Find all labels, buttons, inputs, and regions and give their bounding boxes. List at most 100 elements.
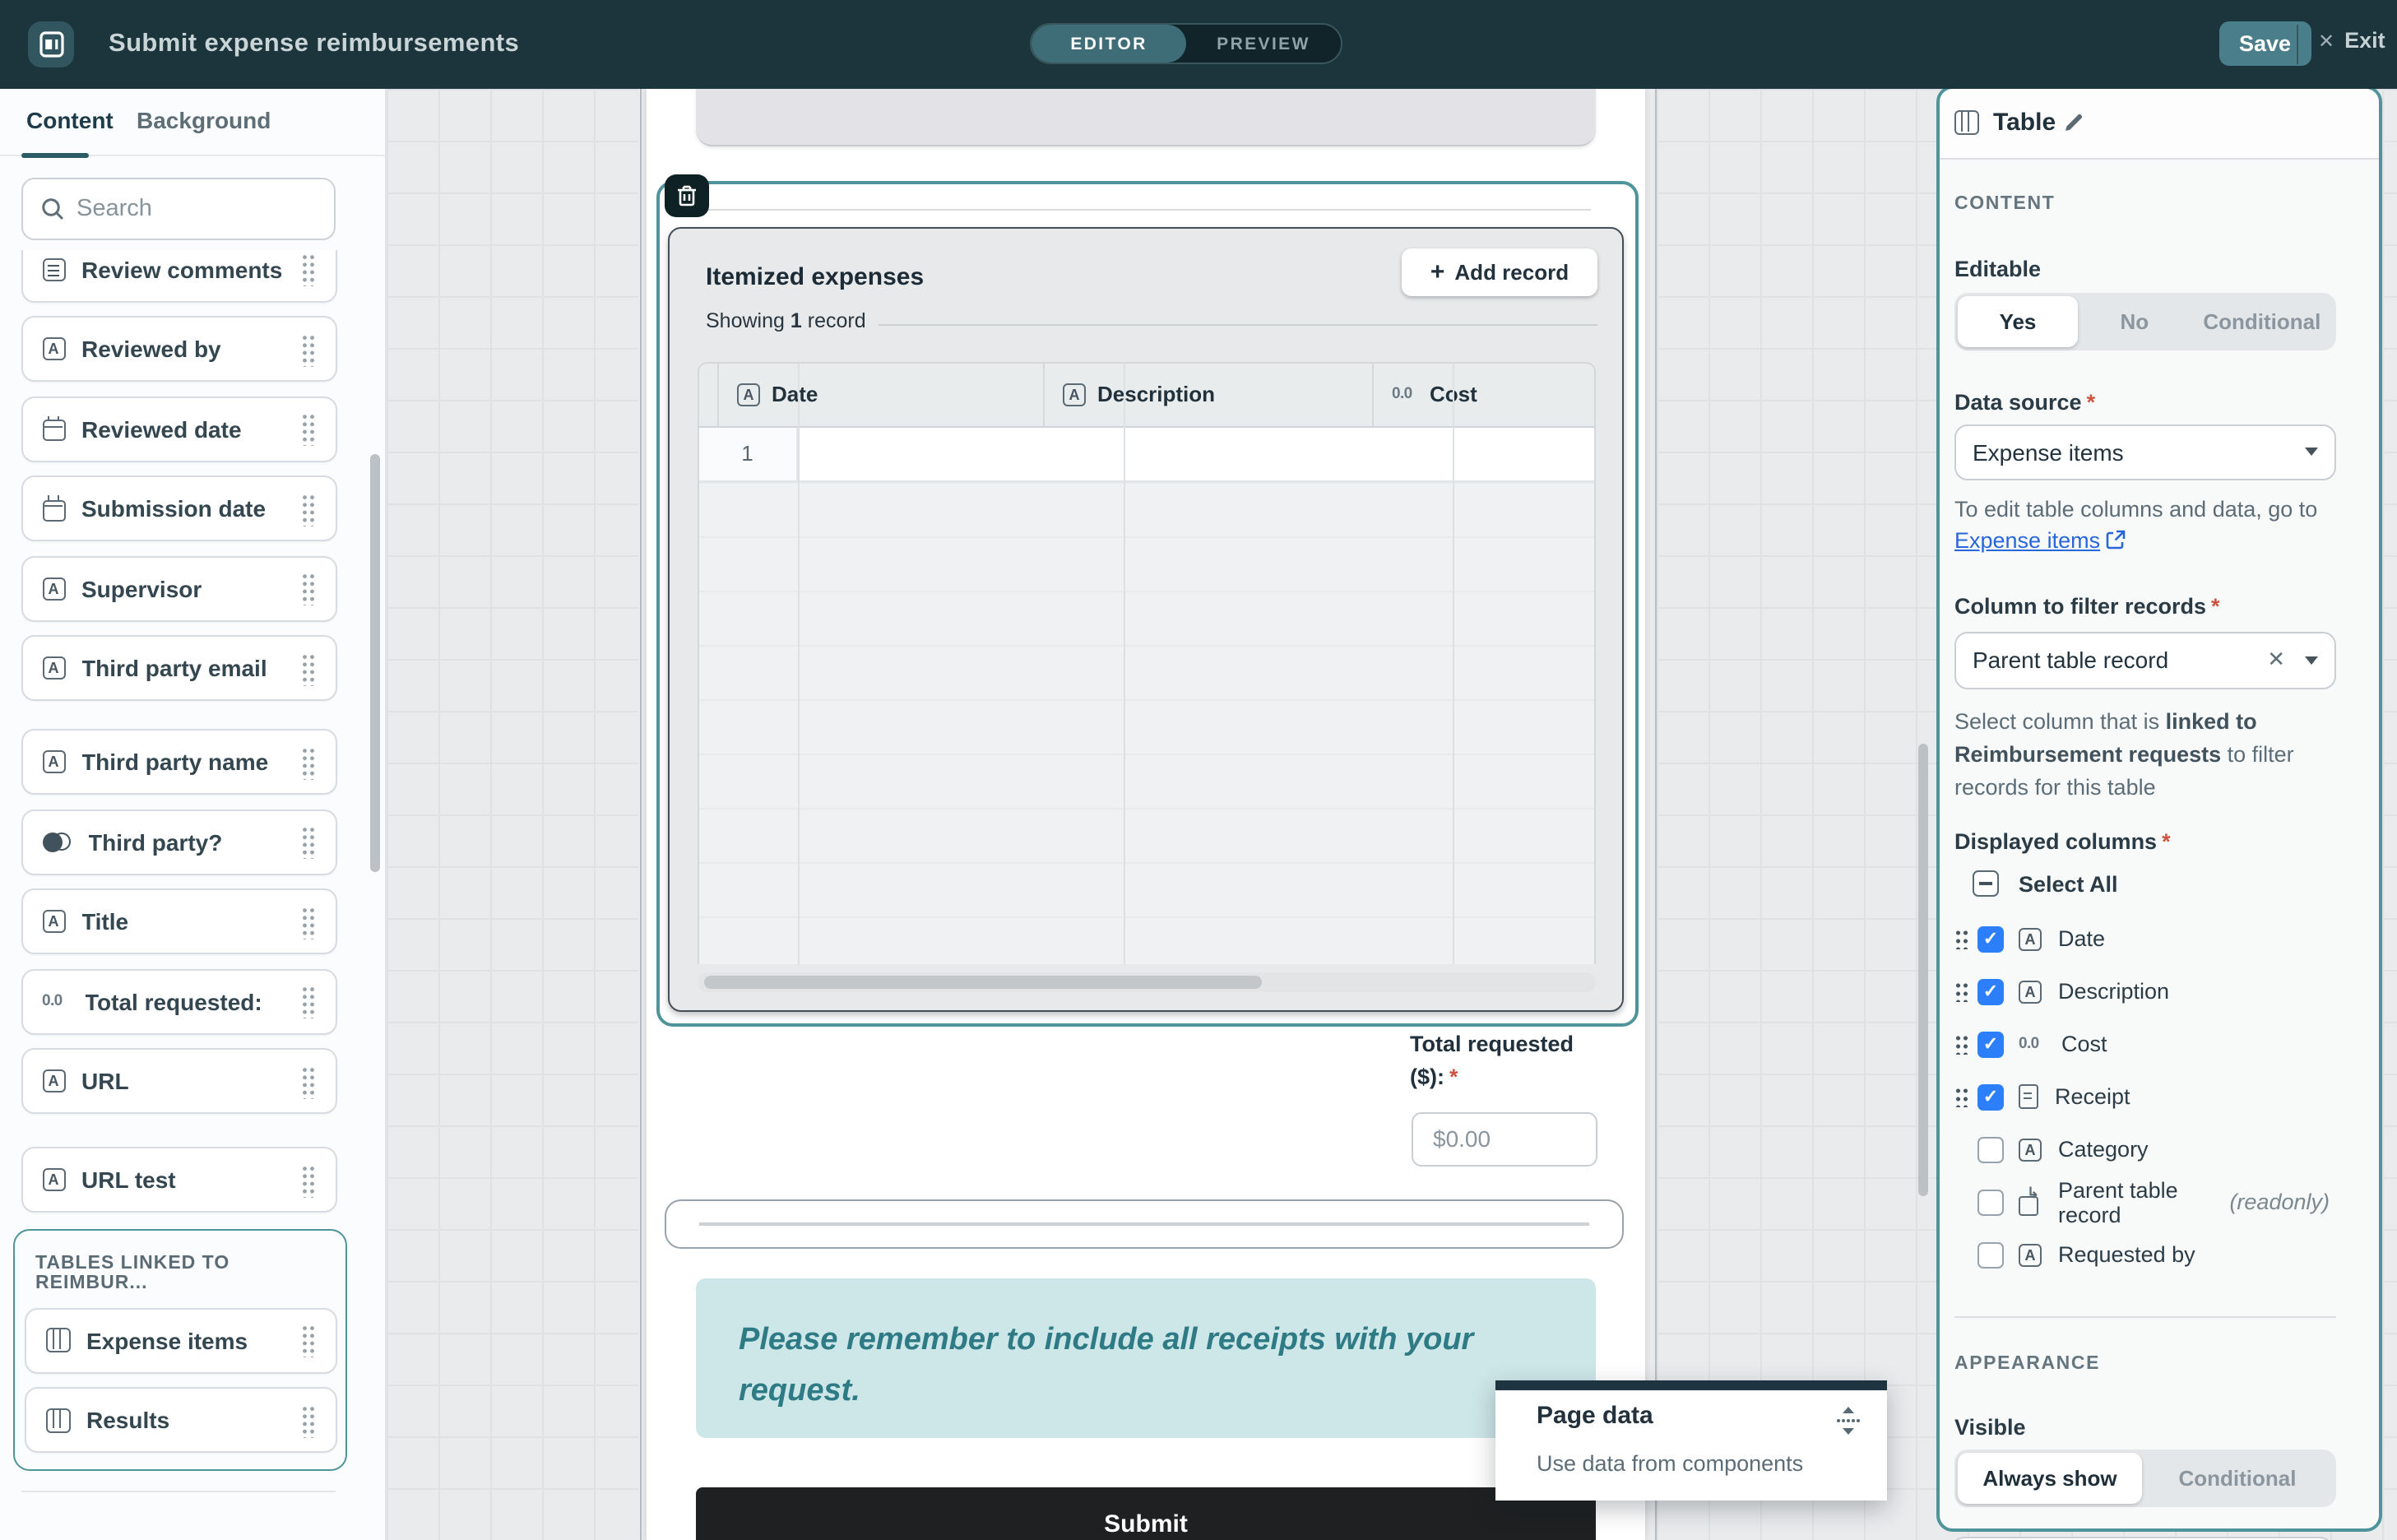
toggle-editor[interactable]: EDITOR — [1032, 25, 1186, 63]
empty-rows-area — [699, 481, 1594, 964]
column-checkbox[interactable] — [1977, 978, 2004, 1004]
column-checkbox[interactable] — [1977, 1241, 2004, 1268]
grid-column-header[interactable]: Description — [1043, 363, 1372, 425]
visible-option-always[interactable]: Always show — [1958, 1452, 2142, 1503]
tab-content[interactable]: Content — [26, 107, 114, 133]
search-input[interactable]: Search — [21, 177, 335, 240]
records-grid[interactable]: Date Description Cost — [698, 361, 1596, 964]
sidebar-field-item[interactable]: Reviewed by — [21, 316, 336, 382]
column-checkbox[interactable] — [1977, 1031, 2004, 1057]
drag-handle-icon[interactable] — [300, 571, 315, 605]
add-record-button[interactable]: + Add record — [1402, 248, 1597, 296]
tab-background[interactable]: Background — [137, 107, 271, 133]
visible-option-conditional[interactable]: Conditional — [2142, 1452, 2333, 1503]
displayed-column-row[interactable]: Receipt — [1954, 1070, 2330, 1123]
editable-option-yes[interactable]: Yes — [1958, 295, 2078, 346]
displayed-column-row[interactable]: Description — [1954, 965, 2330, 1018]
editable-segmented-control[interactable]: Yes No Conditional — [1954, 292, 2336, 350]
sidebar-scrollbar[interactable] — [370, 454, 380, 872]
grid-column-header[interactable]: Cost — [1372, 363, 1594, 425]
drag-handle-icon[interactable] — [300, 1162, 315, 1197]
drag-handle-icon[interactable] — [300, 1323, 315, 1357]
divider-element[interactable] — [665, 1199, 1623, 1249]
data-source-dropdown[interactable]: Expense items — [1954, 424, 2336, 480]
sidebar-table-item[interactable]: Expense items — [24, 1307, 336, 1373]
displayed-column-row[interactable]: Requested by — [1954, 1228, 2330, 1281]
total-requested-input[interactable]: $0.00 — [1412, 1111, 1597, 1166]
sidebar-field-item[interactable]: Supervisor — [21, 555, 336, 621]
sidebar-field-item[interactable]: Total requested: — [21, 968, 336, 1034]
sidebar-field-item[interactable]: Submission date — [21, 475, 336, 541]
record-row[interactable]: 1 — [699, 427, 1594, 481]
exit-button[interactable]: ✕ Exit — [2318, 28, 2385, 53]
grid-hscrollbar-thumb[interactable] — [704, 975, 1262, 988]
toggle-preview[interactable]: PREVIEW — [1186, 25, 1341, 63]
row-number-header — [699, 363, 717, 425]
inspector-header: Table — [1939, 89, 2378, 159]
drag-handle-icon[interactable] — [300, 904, 315, 939]
drag-handle-icon[interactable] — [300, 252, 315, 286]
editor-preview-toggle[interactable]: EDITOR PREVIEW — [1030, 23, 1342, 64]
submit-button[interactable]: Submit — [696, 1487, 1596, 1540]
editable-option-no[interactable]: No — [2078, 295, 2191, 346]
sidebar-field-item[interactable]: Third party name — [21, 729, 336, 795]
column-checkbox[interactable] — [1977, 1136, 2004, 1162]
editable-option-conditional[interactable]: Conditional — [2191, 295, 2333, 346]
delete-element-button[interactable] — [665, 174, 709, 217]
column-type-icon — [2019, 1184, 2042, 1215]
page-title: Submit expense reimbursements — [109, 30, 520, 58]
filter-column-helper: Select column that is linked to Reimburs… — [1954, 708, 2294, 799]
callout-element[interactable]: Please remember to include all receipts … — [696, 1278, 1596, 1437]
left-sidebar: Content Background Search Review comment… — [0, 89, 387, 1540]
drag-handle-icon[interactable] — [300, 824, 315, 859]
grid-header-row: Date Description Cost — [699, 363, 1594, 427]
sidebar-field-item[interactable]: Third party? — [21, 809, 336, 874]
drag-handle-icon[interactable] — [300, 1403, 315, 1437]
drag-handle-icon[interactable] — [1954, 981, 1969, 1002]
drag-handle-icon[interactable] — [1954, 1033, 1969, 1055]
drag-handle-icon[interactable] — [1954, 1086, 1969, 1107]
sidebar-table-item[interactable]: Results — [24, 1387, 336, 1453]
clear-selection-icon[interactable]: ✕ — [2267, 647, 2285, 673]
title-input[interactable] — [1951, 1536, 2333, 1540]
displayed-column-row[interactable]: Date — [1954, 912, 2330, 965]
table-element[interactable]: Itemized expenses + Add record Showing 1… — [667, 226, 1623, 1012]
drag-handle-icon[interactable] — [300, 651, 315, 685]
column-checkbox[interactable] — [1977, 1083, 2004, 1110]
displayed-column-row[interactable]: Cost — [1954, 1018, 2330, 1070]
page-icon-button[interactable] — [28, 21, 74, 67]
filter-column-dropdown[interactable]: Parent table record ✕ — [1954, 631, 2336, 689]
drag-handle-icon[interactable] — [300, 1064, 315, 1098]
canvas-scrollbar[interactable] — [1918, 744, 1928, 1196]
displayed-column-row[interactable]: Parent table record (readonly) — [1954, 1176, 2330, 1228]
required-asterisk: * — [2211, 593, 2220, 618]
sidebar-field-item[interactable]: Title — [21, 888, 336, 954]
sidebar-field-item[interactable]: URL test — [21, 1147, 336, 1213]
linked-table-cards: Expense items Results — [22, 1307, 336, 1453]
sidebar-field-item[interactable]: Third party email — [21, 635, 336, 701]
column-checkbox[interactable] — [1977, 1189, 2004, 1215]
select-all-row[interactable]: Select All — [1973, 870, 2330, 898]
drag-handle-icon[interactable] — [1954, 928, 1969, 949]
sidebar-field-item[interactable]: Review comments — [21, 250, 336, 302]
inspector-body: CONTENT Editable Yes No Conditional Data… — [1939, 193, 2378, 1528]
sidebar-field-item[interactable]: Reviewed date — [21, 396, 336, 462]
drag-handle-icon[interactable] — [300, 332, 315, 366]
previous-form-element[interactable] — [696, 89, 1596, 146]
expense-items-link[interactable]: Expense items — [1954, 528, 2100, 553]
displayed-column-row[interactable]: Category — [1954, 1123, 2330, 1176]
sidebar-field-item[interactable]: URL — [21, 1048, 336, 1114]
page-data-popover[interactable]: Page data Use data from components — [1495, 1380, 1887, 1501]
edit-name-icon[interactable] — [2062, 112, 2084, 141]
grid-column-header[interactable]: Date — [717, 363, 1043, 425]
column-checkbox[interactable] — [1977, 925, 2004, 952]
grid-hscrollbar-track[interactable] — [698, 972, 1596, 991]
drag-handle-icon[interactable] — [300, 744, 315, 779]
drag-handle-icon[interactable] — [300, 984, 315, 1018]
drag-handle-icon[interactable] — [300, 491, 315, 526]
drag-handle-icon[interactable] — [300, 411, 315, 446]
select-all-checkbox[interactable] — [1973, 870, 1999, 897]
plus-icon: + — [1430, 257, 1445, 285]
drag-vertical-icon[interactable] — [1836, 1407, 1861, 1443]
visible-segmented-control[interactable]: Always show Conditional — [1954, 1449, 2336, 1506]
